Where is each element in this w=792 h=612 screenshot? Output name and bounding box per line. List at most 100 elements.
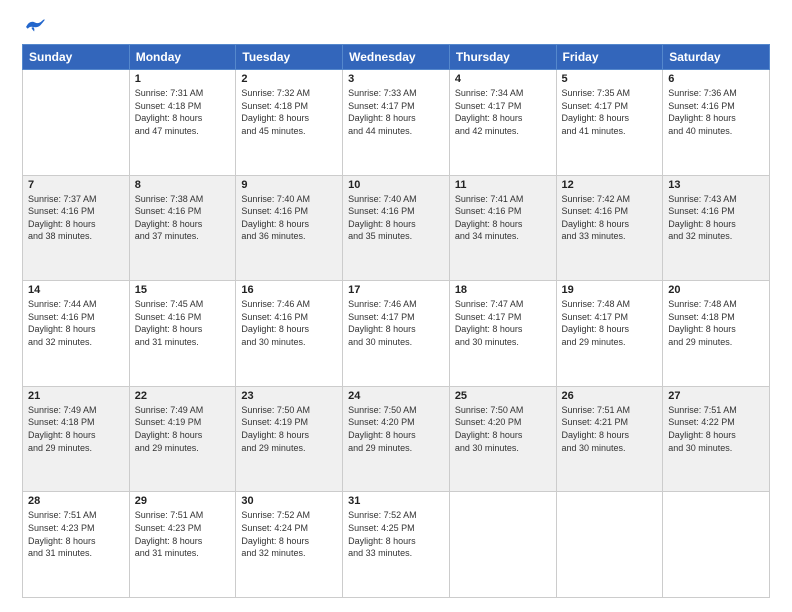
cell-content: Sunrise: 7:42 AM Sunset: 4:16 PM Dayligh… [562, 193, 658, 243]
table-cell: 27 Sunrise: 7:51 AM Sunset: 4:22 PM Dayli… [663, 386, 770, 492]
day-number: 3 [348, 73, 444, 85]
day-number: 5 [562, 73, 658, 85]
table-cell: 16 Sunrise: 7:46 AM Sunset: 4:16 PM Dayli… [236, 281, 343, 387]
day-number: 28 [28, 495, 124, 507]
cell-content: Sunrise: 7:38 AM Sunset: 4:16 PM Dayligh… [135, 193, 231, 243]
table-cell: 26 Sunrise: 7:51 AM Sunset: 4:21 PM Dayli… [556, 386, 663, 492]
day-number: 15 [135, 284, 231, 296]
day-number: 20 [668, 284, 764, 296]
col-friday: Friday [556, 45, 663, 70]
table-cell: 8Sunrise: 7:38 AM Sunset: 4:16 PM Daylig… [129, 175, 236, 281]
calendar-row: 28 Sunrise: 7:51 AM Sunset: 4:23 PM Dayli… [23, 492, 770, 598]
cell-content: Sunrise: 7:48 AM Sunset: 4:17 PM Dayligh… [562, 298, 658, 348]
table-cell: 4 Sunrise: 7:34 AM Sunset: 4:17 PM Daylig… [449, 70, 556, 176]
cell-content: Sunrise: 7:52 AM Sunset: 4:24 PM Dayligh… [241, 509, 337, 559]
calendar-row: 7 Sunrise: 7:37 AM Sunset: 4:16 PM Daylig… [23, 175, 770, 281]
day-number: 27 [668, 390, 764, 402]
col-tuesday: Tuesday [236, 45, 343, 70]
table-cell: 1 Sunrise: 7:31 AM Sunset: 4:18 PM Daylig… [129, 70, 236, 176]
table-cell: 21 Sunrise: 7:49 AM Sunset: 4:18 PM Dayli… [23, 386, 130, 492]
table-cell: 20 Sunrise: 7:48 AM Sunset: 4:18 PM Dayli… [663, 281, 770, 387]
day-number: 14 [28, 284, 124, 296]
cell-content: Sunrise: 7:40 AM Sunset: 4:16 PM Dayligh… [241, 193, 337, 243]
day-number: 22 [135, 390, 231, 402]
col-sunday: Sunday [23, 45, 130, 70]
cell-content: Sunrise: 7:46 AM Sunset: 4:16 PM Dayligh… [241, 298, 337, 348]
cell-content: Sunrise: 7:51 AM Sunset: 4:21 PM Dayligh… [562, 404, 658, 454]
table-cell: 17 Sunrise: 7:46 AM Sunset: 4:17 PM Dayli… [343, 281, 450, 387]
cell-content: Sunrise: 7:52 AM Sunset: 4:25 PM Dayligh… [348, 509, 444, 559]
cell-content: Sunrise: 7:31 AM Sunset: 4:18 PM Dayligh… [135, 87, 231, 137]
day-number: 29 [135, 495, 231, 507]
cell-content: Sunrise: 7:45 AM Sunset: 4:16 PM Dayligh… [135, 298, 231, 348]
table-cell: 13Sunrise: 7:43 AM Sunset: 4:16 PM Dayli… [663, 175, 770, 281]
cell-content: Sunrise: 7:33 AM Sunset: 4:17 PM Dayligh… [348, 87, 444, 137]
day-number: 17 [348, 284, 444, 296]
day-number: 6 [668, 73, 764, 85]
calendar-table: Sunday Monday Tuesday Wednesday Thursday… [22, 44, 770, 598]
cell-content: Sunrise: 7:46 AM Sunset: 4:17 PM Dayligh… [348, 298, 444, 348]
table-cell: 19 Sunrise: 7:48 AM Sunset: 4:17 PM Dayli… [556, 281, 663, 387]
day-number: 9 [241, 179, 337, 191]
day-number: 26 [562, 390, 658, 402]
day-number: 16 [241, 284, 337, 296]
cell-content: Sunrise: 7:50 AM Sunset: 4:19 PM Dayligh… [241, 404, 337, 454]
cell-content: Sunrise: 7:49 AM Sunset: 4:19 PM Dayligh… [135, 404, 231, 454]
table-cell: 29 Sunrise: 7:51 AM Sunset: 4:23 PM Dayli… [129, 492, 236, 598]
day-number: 19 [562, 284, 658, 296]
logo [22, 18, 46, 36]
table-cell: 24 Sunrise: 7:50 AM Sunset: 4:20 PM Dayli… [343, 386, 450, 492]
table-cell: 11 Sunrise: 7:41 AM Sunset: 4:16 PM Dayli… [449, 175, 556, 281]
day-number: 11 [455, 179, 551, 191]
cell-content: Sunrise: 7:50 AM Sunset: 4:20 PM Dayligh… [455, 404, 551, 454]
calendar-row: 1 Sunrise: 7:31 AM Sunset: 4:18 PM Daylig… [23, 70, 770, 176]
table-cell: 9 Sunrise: 7:40 AM Sunset: 4:16 PM Daylig… [236, 175, 343, 281]
cell-content: Sunrise: 7:50 AM Sunset: 4:20 PM Dayligh… [348, 404, 444, 454]
cell-content: Sunrise: 7:44 AM Sunset: 4:16 PM Dayligh… [28, 298, 124, 348]
col-saturday: Saturday [663, 45, 770, 70]
day-number: 31 [348, 495, 444, 507]
day-number: 30 [241, 495, 337, 507]
day-number: 18 [455, 284, 551, 296]
day-number: 12 [562, 179, 658, 191]
cell-content: Sunrise: 7:36 AM Sunset: 4:16 PM Dayligh… [668, 87, 764, 137]
table-cell: 15 Sunrise: 7:45 AM Sunset: 4:16 PM Dayli… [129, 281, 236, 387]
day-number: 10 [348, 179, 444, 191]
day-number: 25 [455, 390, 551, 402]
cell-content: Sunrise: 7:37 AM Sunset: 4:16 PM Dayligh… [28, 193, 124, 243]
calendar-row: 14 Sunrise: 7:44 AM Sunset: 4:16 PM Dayli… [23, 281, 770, 387]
cell-content: Sunrise: 7:43 AM Sunset: 4:16 PM Dayligh… [668, 193, 764, 243]
table-cell [23, 70, 130, 176]
header [22, 18, 770, 36]
table-cell: 18Sunrise: 7:47 AM Sunset: 4:17 PM Dayli… [449, 281, 556, 387]
header-row: Sunday Monday Tuesday Wednesday Thursday… [23, 45, 770, 70]
cell-content: Sunrise: 7:49 AM Sunset: 4:18 PM Dayligh… [28, 404, 124, 454]
day-number: 1 [135, 73, 231, 85]
table-cell: 30 Sunrise: 7:52 AM Sunset: 4:24 PM Dayli… [236, 492, 343, 598]
day-number: 2 [241, 73, 337, 85]
day-number: 21 [28, 390, 124, 402]
col-monday: Monday [129, 45, 236, 70]
day-number: 7 [28, 179, 124, 191]
cell-content: Sunrise: 7:41 AM Sunset: 4:16 PM Dayligh… [455, 193, 551, 243]
table-cell: 22 Sunrise: 7:49 AM Sunset: 4:19 PM Dayli… [129, 386, 236, 492]
cell-content: Sunrise: 7:35 AM Sunset: 4:17 PM Dayligh… [562, 87, 658, 137]
day-number: 24 [348, 390, 444, 402]
cell-content: Sunrise: 7:51 AM Sunset: 4:22 PM Dayligh… [668, 404, 764, 454]
table-cell: 23 Sunrise: 7:50 AM Sunset: 4:19 PM Dayli… [236, 386, 343, 492]
calendar-row: 21 Sunrise: 7:49 AM Sunset: 4:18 PM Dayli… [23, 386, 770, 492]
table-cell: 2Sunrise: 7:32 AM Sunset: 4:18 PM Daylig… [236, 70, 343, 176]
table-cell [449, 492, 556, 598]
cell-content: Sunrise: 7:34 AM Sunset: 4:17 PM Dayligh… [455, 87, 551, 137]
table-cell: 7 Sunrise: 7:37 AM Sunset: 4:16 PM Daylig… [23, 175, 130, 281]
cell-content: Sunrise: 7:51 AM Sunset: 4:23 PM Dayligh… [135, 509, 231, 559]
day-number: 23 [241, 390, 337, 402]
day-number: 4 [455, 73, 551, 85]
table-cell: 12 Sunrise: 7:42 AM Sunset: 4:16 PM Dayli… [556, 175, 663, 281]
table-cell: 28Sunrise: 7:51 AM Sunset: 4:23 PM Dayli… [23, 492, 130, 598]
table-cell: 10Sunrise: 7:40 AM Sunset: 4:16 PM Dayli… [343, 175, 450, 281]
table-cell: 31 Sunrise: 7:52 AM Sunset: 4:25 PM Dayli… [343, 492, 450, 598]
col-thursday: Thursday [449, 45, 556, 70]
cell-content: Sunrise: 7:48 AM Sunset: 4:18 PM Dayligh… [668, 298, 764, 348]
table-cell: 5 Sunrise: 7:35 AM Sunset: 4:17 PM Daylig… [556, 70, 663, 176]
